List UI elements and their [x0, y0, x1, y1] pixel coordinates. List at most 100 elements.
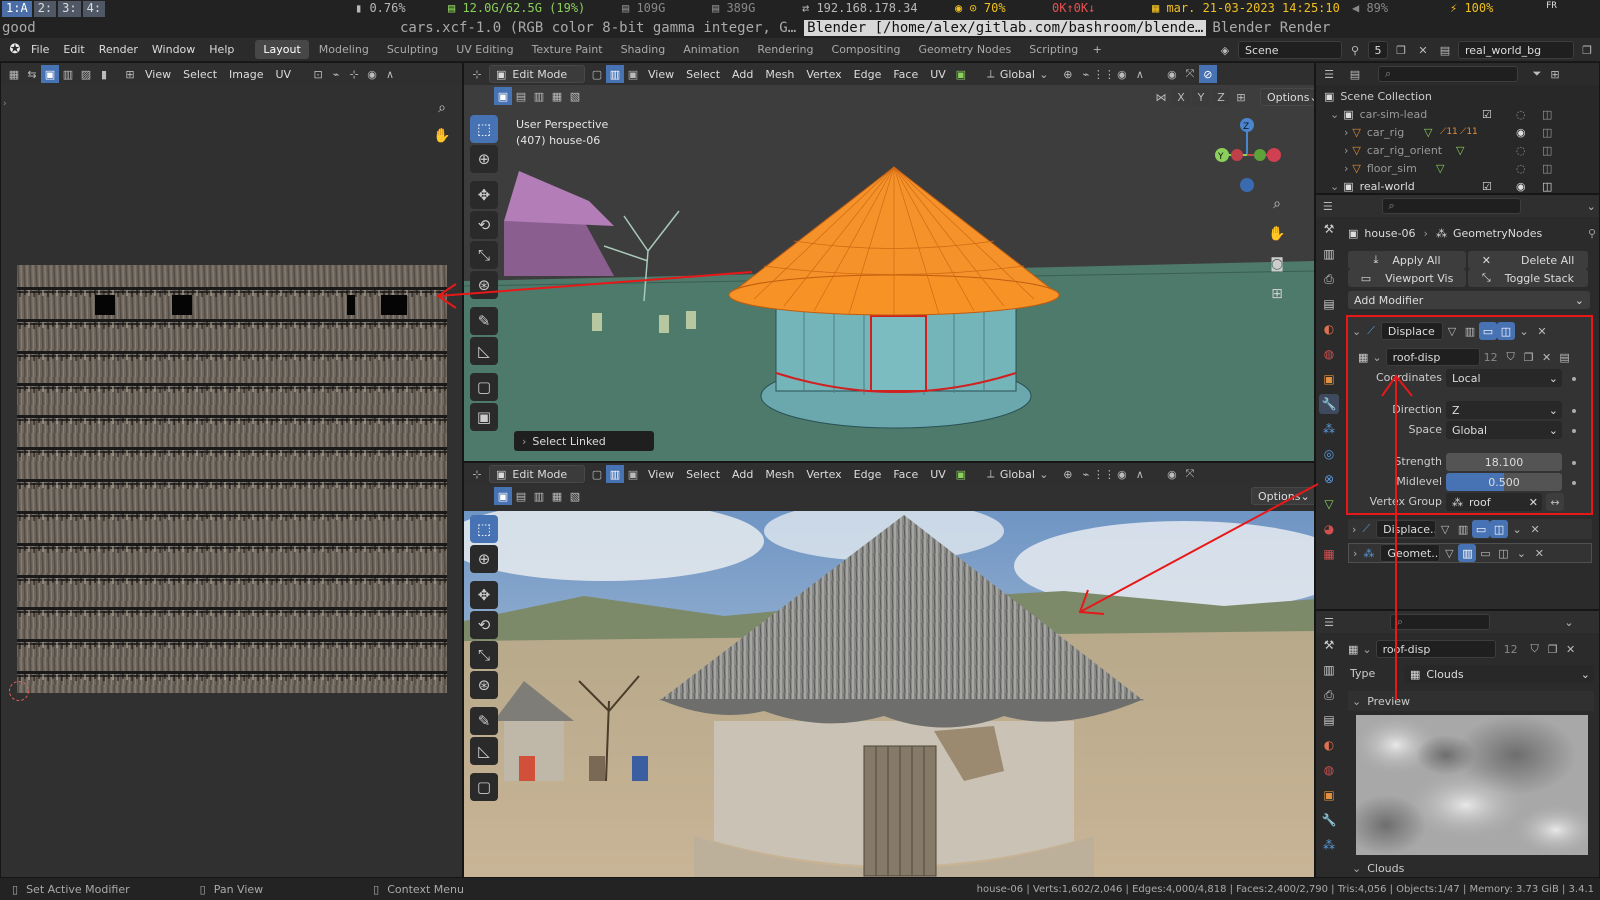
- edge-mode-icon[interactable]: ▥: [606, 65, 624, 83]
- menu-window[interactable]: Window: [145, 43, 202, 56]
- vp-menu-uv[interactable]: UV: [924, 68, 952, 81]
- axis-z-toggle[interactable]: Z: [1212, 88, 1230, 106]
- vertex-mode-icon[interactable]: ▢: [588, 65, 606, 83]
- viewport-pan-icon[interactable]: ✋: [1264, 221, 1290, 247]
- direction-dropdown[interactable]: Z ⌄: [1446, 401, 1562, 419]
- expand-chevron-icon[interactable]: ›: [1353, 547, 1357, 560]
- uv-sync-green-icon-2[interactable]: ▣: [952, 465, 970, 483]
- fake-user-shield-icon[interactable]: ⛉: [1502, 348, 1520, 366]
- cage-toggle-icon[interactable]: ▥: [1454, 520, 1472, 538]
- uv-snap-icon[interactable]: ⌁: [327, 65, 345, 83]
- proportional-falloff-icon[interactable]: ∧: [1131, 65, 1149, 83]
- constraints-tab-icon[interactable]: ⊗: [1319, 469, 1339, 489]
- object-tab-icon[interactable]: ▣: [1319, 785, 1339, 805]
- keyframe-dot[interactable]: [1572, 409, 1576, 413]
- properties-type-icon[interactable]: ☰: [1320, 197, 1336, 215]
- realtime-toggle-icon[interactable]: ▭: [1472, 520, 1491, 538]
- coordinates-dropdown[interactable]: Local ⌄: [1446, 369, 1562, 387]
- filter-icon[interactable]: ⏷: [1528, 65, 1546, 83]
- tab-rendering[interactable]: Rendering: [749, 40, 821, 59]
- data-tab-icon[interactable]: ▽: [1319, 494, 1339, 514]
- transform-orientation-icon-2[interactable]: ⟂: [982, 465, 1000, 483]
- texture-tab-icon[interactable]: ▦: [1319, 544, 1339, 564]
- select-box-tool-icon-2[interactable]: ⬚: [470, 515, 498, 543]
- outliner-root[interactable]: ▣ Scene Collection: [1316, 87, 1599, 105]
- window-tab-blender[interactable]: Blender [/home/alex/gitlab.com/bashroom/…: [804, 20, 1207, 36]
- options-dropdown-2[interactable]: Options ⌄: [1251, 487, 1314, 505]
- select-box-tool-icon[interactable]: ⬚: [470, 115, 498, 143]
- clouds-panel-header[interactable]: ⌄ Clouds: [1348, 859, 1594, 877]
- vp2-menu-add[interactable]: Add: [726, 468, 759, 481]
- face-mode-icon-2[interactable]: ▣: [624, 465, 642, 483]
- camera-icon[interactable]: ◫: [1542, 162, 1552, 175]
- annotate-tool-icon-2[interactable]: ✎: [470, 707, 498, 735]
- workspace-2[interactable]: 2:: [33, 1, 57, 17]
- options-chevron-icon[interactable]: ⌄: [1583, 197, 1599, 215]
- axis-x-toggle[interactable]: X: [1172, 88, 1190, 106]
- mirror-icon[interactable]: ⋈: [1152, 88, 1170, 106]
- pivot-icon-3[interactable]: ⊕: [1059, 465, 1077, 483]
- delete-all-button[interactable]: ✕ Delete All: [1468, 251, 1588, 269]
- pivot-icon-2[interactable]: ⊕: [1059, 65, 1077, 83]
- strength-field[interactable]: 18.100: [1446, 453, 1562, 471]
- tab-shading[interactable]: Shading: [613, 40, 674, 59]
- uv-sync-green-icon[interactable]: ▣: [952, 65, 970, 83]
- tab-compositing[interactable]: Compositing: [824, 40, 909, 59]
- vertex-mode-icon-2[interactable]: ▢: [588, 465, 606, 483]
- scene-tab-icon[interactable]: ◐: [1319, 319, 1339, 339]
- tool-tab-icon[interactable]: ⚒: [1319, 219, 1339, 239]
- eye-icon[interactable]: ◌: [1516, 144, 1526, 157]
- tab-modeling[interactable]: Modeling: [311, 40, 377, 59]
- select-set-icon[interactable]: ▣: [494, 87, 512, 105]
- camera-view-icon[interactable]: ◙: [1264, 251, 1290, 277]
- cursor-tool-icon-2[interactable]: ⊕: [470, 545, 498, 573]
- scale-tool-icon[interactable]: ⤡: [470, 241, 498, 269]
- camera-icon[interactable]: ◫: [1542, 108, 1552, 121]
- close-icon[interactable]: ✕: [1414, 41, 1432, 59]
- proportional-icon[interactable]: ◉: [363, 65, 381, 83]
- menu-file[interactable]: File: [24, 43, 56, 56]
- modifier-name-field-3[interactable]: Geomet...: [1380, 544, 1441, 562]
- overlay-icon[interactable]: ⊘: [1198, 65, 1217, 83]
- transform-tool-icon[interactable]: ⊛: [470, 271, 498, 299]
- uv-sync-icon[interactable]: ⇆: [23, 65, 41, 83]
- rotate-tool-icon[interactable]: ⟲: [470, 211, 498, 239]
- outliner-search-input[interactable]: ⌕: [1378, 66, 1518, 82]
- transform-orientation-icon[interactable]: ⟂: [982, 65, 1000, 83]
- select-set-icon-2[interactable]: ▣: [494, 487, 512, 505]
- vp-menu-mesh[interactable]: Mesh: [759, 68, 800, 81]
- tab-geometry-nodes[interactable]: Geometry Nodes: [910, 40, 1019, 59]
- display-mode-icon[interactable]: ▤: [1346, 65, 1364, 83]
- scale-tool-icon-2[interactable]: ⤡: [470, 641, 498, 669]
- transform-tool-icon-2[interactable]: ⊛: [470, 671, 498, 699]
- vp2-menu-mesh[interactable]: Mesh: [759, 468, 800, 481]
- viewport-vis-button[interactable]: ▭ Viewport Vis: [1348, 269, 1466, 287]
- vp-menu-view[interactable]: View: [642, 68, 680, 81]
- uv-sticky-icon[interactable]: ⊞: [121, 65, 139, 83]
- keyframe-dot[interactable]: [1572, 481, 1576, 485]
- modifier-tab-icon[interactable]: 🔧: [1319, 810, 1339, 830]
- tab-uv-editing[interactable]: UV Editing: [448, 40, 521, 59]
- outliner-item[interactable]: › ▽ car_rig ▽ ⟋11 ⟋11 ◉ ◫: [1316, 123, 1599, 141]
- checkbox-icon[interactable]: ☑: [1482, 180, 1492, 193]
- proportional-falloff-icon-2[interactable]: ∧: [1131, 465, 1149, 483]
- editor-type-icon[interactable]: ▦: [5, 65, 23, 83]
- blender-logo-icon[interactable]: ✪: [6, 41, 24, 59]
- mode-dropdown[interactable]: ▣ Edit Mode: [489, 65, 585, 83]
- expand-chevron-icon[interactable]: ›: [1352, 523, 1356, 536]
- scene-field[interactable]: Scene: [1238, 41, 1342, 59]
- toggle-stack-button[interactable]: ⤡ Toggle Stack: [1468, 269, 1588, 287]
- uv-zoom-icon[interactable]: ⌕: [429, 95, 455, 121]
- pin-icon[interactable]: ⚲: [1588, 227, 1596, 240]
- tab-texture-paint[interactable]: Texture Paint: [524, 40, 611, 59]
- uv-pan-hand-icon[interactable]: ✋: [429, 123, 455, 149]
- vertex-group-field[interactable]: ⁂ roof ✕: [1446, 493, 1542, 511]
- eye-icon[interactable]: ◉: [1516, 126, 1526, 139]
- camera-icon[interactable]: ◫: [1542, 126, 1552, 139]
- uv-toolbar-toggle-icon[interactable]: ›: [3, 99, 7, 109]
- workspace-3[interactable]: 3:: [58, 1, 81, 17]
- new-collection-icon[interactable]: ⊞: [1546, 65, 1564, 83]
- tab-layout[interactable]: Layout: [255, 40, 309, 59]
- add-workspace-icon[interactable]: +: [1088, 41, 1106, 59]
- outliner-item[interactable]: ⌄ ▣ car-sim-lead ☑ ◌ ◫: [1316, 105, 1599, 123]
